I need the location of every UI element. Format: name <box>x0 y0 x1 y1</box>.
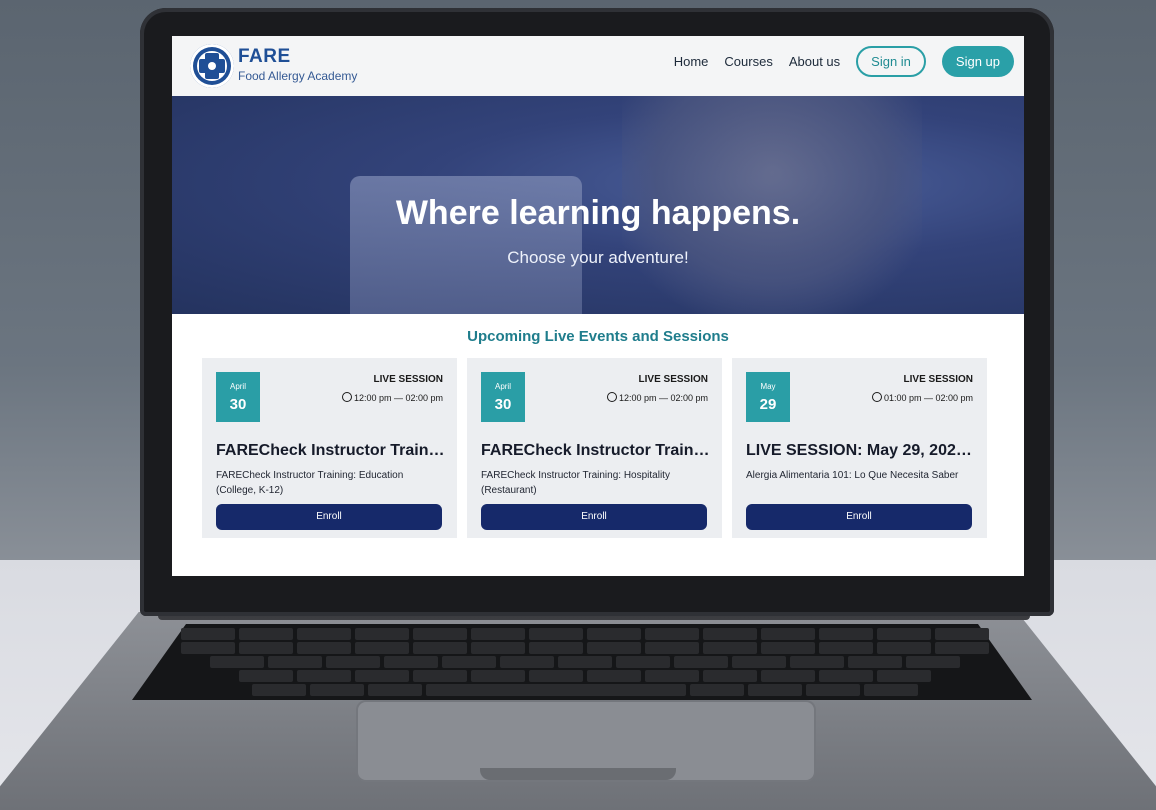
events-section-title: Upcoming Live Events and Sessions <box>467 328 729 345</box>
event-day: 29 <box>759 396 777 413</box>
clock-icon <box>341 392 352 402</box>
event-description: FARECheck Instructor Training: Education… <box>216 470 404 496</box>
event-time-text: 12:00 pm — 02:00 pm <box>353 393 443 403</box>
brand-subtitle: Food Allergy Academy <box>238 69 358 83</box>
event-card: May 29 LIVE SESSION 01:00 pm — 02:00 pm … <box>732 358 987 538</box>
nav-courses-link[interactable]: Courses <box>724 54 772 69</box>
event-date-box: May 29 <box>746 372 790 422</box>
event-time-text: 12:00 pm — 02:00 pm <box>618 393 708 403</box>
event-title[interactable]: LIVE SESSION: May 29, 2024 1:0... <box>746 442 976 460</box>
event-session-type: LIVE SESSION <box>903 374 973 385</box>
hero-banner: Where learning happens. Choose your adve… <box>172 96 1024 314</box>
event-month: April <box>229 382 246 391</box>
enroll-button[interactable]: Enroll <box>481 504 707 530</box>
events-cards: April 30 LIVE SESSION 12:00 pm — 02:00 p… <box>202 358 1002 538</box>
event-card: April 30 LIVE SESSION 12:00 pm — 02:00 p… <box>202 358 457 538</box>
event-time-text: 01:00 pm — 02:00 pm <box>883 393 973 403</box>
event-description: FARECheck Instructor Training: Hospitali… <box>481 470 670 496</box>
fare-logo-icon[interactable] <box>190 44 234 88</box>
nav-home-link[interactable]: Home <box>674 54 709 69</box>
nav-about-link[interactable]: About us <box>789 54 840 69</box>
enroll-button[interactable]: Enroll <box>746 504 972 530</box>
event-session-time: 01:00 pm — 02:00 pm <box>871 392 973 403</box>
event-date-box: April 30 <box>216 372 260 422</box>
event-card: April 30 LIVE SESSION 12:00 pm — 02:00 p… <box>467 358 722 538</box>
laptop-lip <box>480 768 676 780</box>
event-month: May <box>760 382 776 391</box>
hero-title: Where learning happens. <box>395 194 801 232</box>
clock-icon <box>871 392 882 402</box>
hero-subtitle: Choose your adventure! <box>507 248 689 267</box>
event-session-time: 12:00 pm — 02:00 pm <box>606 392 708 403</box>
nav-links: Home Courses About us Sign in Sign up <box>674 46 1014 77</box>
keyboard-keys <box>150 628 1020 698</box>
event-title[interactable]: FARECheck Instructor Training S... <box>481 442 711 460</box>
sign-up-button[interactable]: Sign up <box>941 46 1014 77</box>
clock-icon <box>606 392 617 402</box>
event-day: 30 <box>229 396 247 413</box>
event-session-type: LIVE SESSION <box>373 374 443 385</box>
event-title[interactable]: FARECheck Instructor Training S... <box>216 442 446 460</box>
enroll-button[interactable]: Enroll <box>216 504 442 530</box>
brand-name[interactable]: FARE <box>238 46 291 68</box>
top-navbar: FARE Food Allergy Academy Home Courses A… <box>172 36 1024 97</box>
event-day: 30 <box>494 396 512 413</box>
event-date-box: April 30 <box>481 372 525 422</box>
events-section: Upcoming Live Events and Sessions April … <box>172 314 1024 576</box>
event-month: April <box>494 382 511 391</box>
event-session-type: LIVE SESSION <box>638 374 708 385</box>
event-description: Alergia Alimentaria 101: Lo Que Necesita… <box>746 470 959 481</box>
website-screen: FARE Food Allergy Academy Home Courses A… <box>172 36 1024 576</box>
event-session-time: 12:00 pm — 02:00 pm <box>341 392 443 403</box>
sign-in-button[interactable]: Sign in <box>856 46 926 77</box>
